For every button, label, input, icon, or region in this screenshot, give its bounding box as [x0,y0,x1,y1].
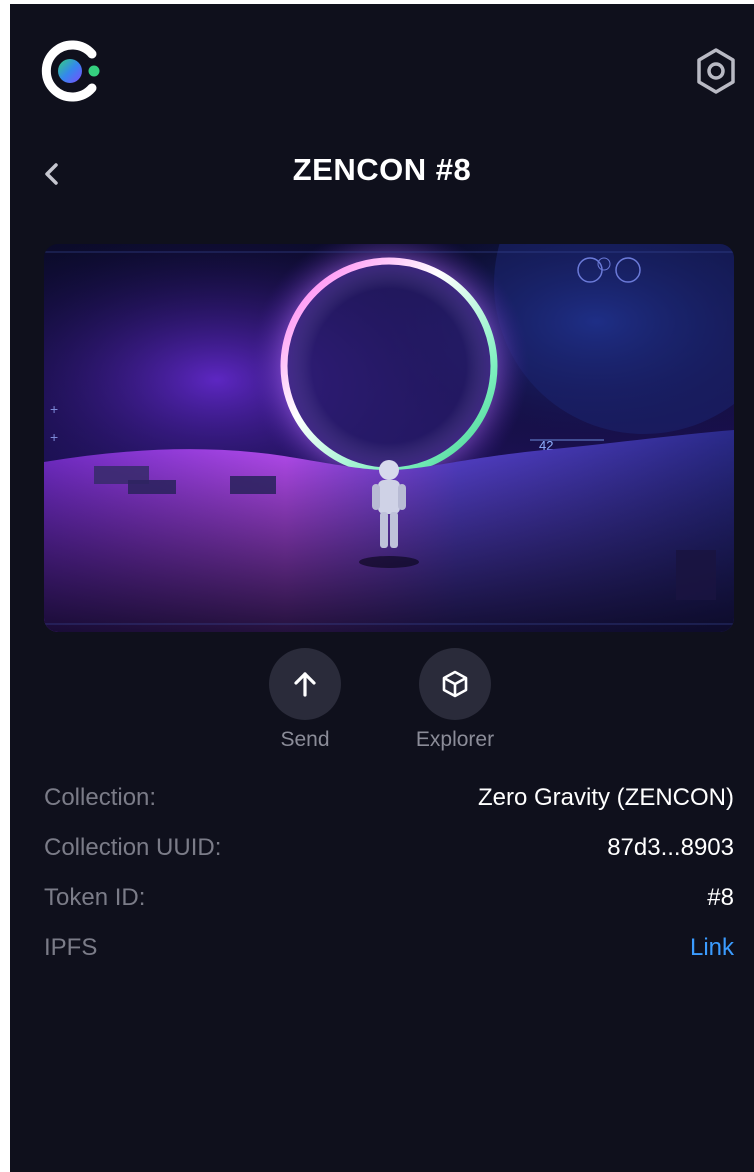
detail-value: 87d3...8903 [607,834,734,861]
ipfs-link[interactable]: Link [690,934,734,962]
svg-text:+: + [50,429,58,445]
page-title: ZENCON #8 [292,152,472,187]
send-label: Send [280,728,330,751]
explorer-button[interactable]: Explorer [400,648,510,752]
celo-logo-icon[interactable] [36,36,106,106]
detail-row-collection: Collection: Zero Gravity (ZENCON) [44,784,734,834]
svg-text:+: + [50,401,58,417]
cube-icon [419,648,491,720]
nft-detail-screen: ZENCON #8 42 + + Send Explorer Collectio… [10,4,754,1172]
detail-row-ipfs: IPFS Link [44,934,734,984]
nft-details: Collection: Zero Gravity (ZENCON) Collec… [44,784,734,984]
detail-row-token-id: Token ID: #8 [44,884,734,934]
arrow-up-icon [269,648,341,720]
detail-value: #8 [707,884,734,911]
detail-key: Collection: [44,784,157,811]
nft-image: 42 + + + [44,244,734,632]
explorer-label: Explorer [415,728,495,751]
detail-key: Token ID: [44,884,146,911]
detail-key: IPFS [44,934,98,961]
detail-key: Collection UUID: [44,834,222,861]
detail-row-collection-uuid: Collection UUID: 87d3...8903 [44,834,734,884]
send-button[interactable]: Send [250,648,360,752]
detail-value: Zero Gravity (ZENCON) [477,784,734,811]
settings-icon[interactable] [694,46,738,96]
